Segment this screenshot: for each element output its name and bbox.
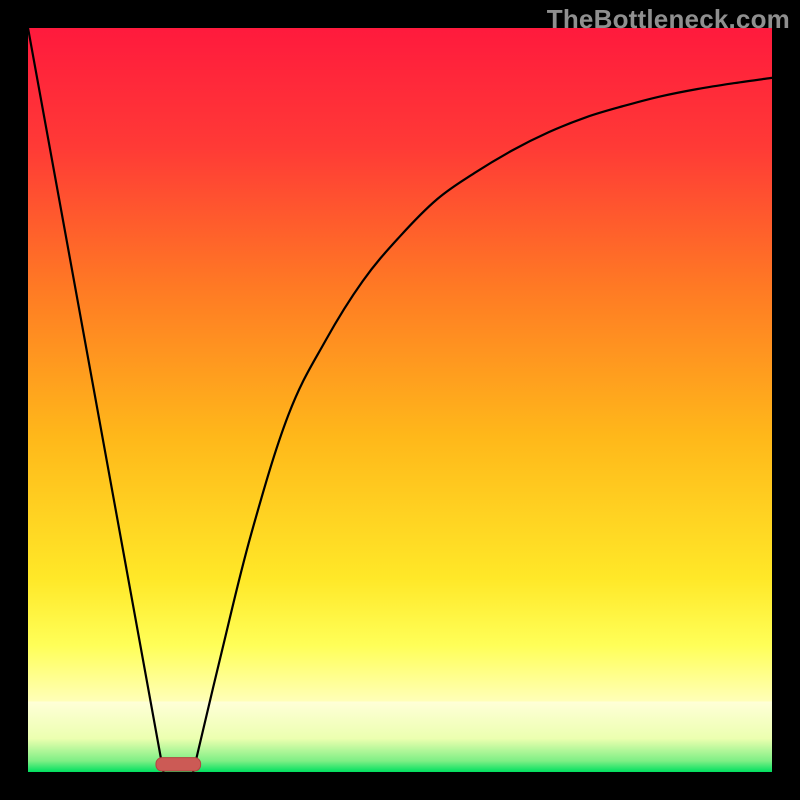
gradient-background bbox=[28, 28, 772, 772]
plot-area bbox=[28, 28, 772, 772]
plot-svg bbox=[28, 28, 772, 772]
watermark-text: TheBottleneck.com bbox=[547, 4, 790, 35]
min-marker bbox=[156, 758, 201, 771]
chart-frame: TheBottleneck.com bbox=[0, 0, 800, 800]
